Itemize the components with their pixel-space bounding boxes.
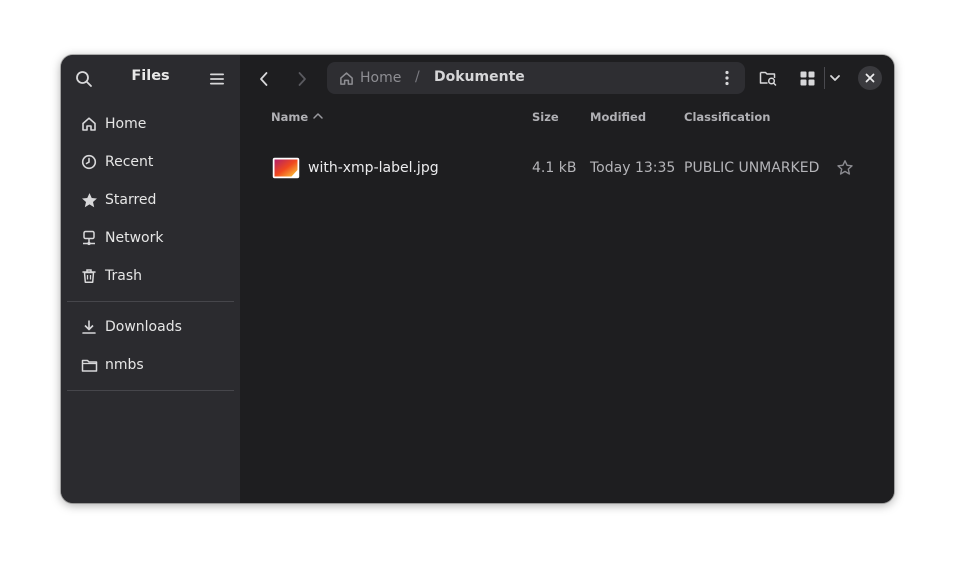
chevron-left-icon	[260, 72, 268, 86]
sidebar-header: Files	[61, 55, 240, 101]
path-home-button[interactable]: Home	[339, 70, 401, 86]
chevron-right-icon	[298, 72, 306, 86]
chevron-down-icon	[830, 75, 840, 81]
search-folder-button[interactable]	[756, 66, 780, 90]
path-menu-button[interactable]	[719, 70, 735, 86]
sidebar-item-downloads[interactable]: Downloads	[67, 308, 234, 346]
trash-icon	[80, 267, 98, 285]
file-modified: Today 13:35	[590, 160, 676, 176]
sidebar-separator	[67, 301, 234, 302]
main-content: Home / Dokumente Name Size Modified Clas…	[240, 55, 894, 503]
vertical-dots-icon	[725, 70, 729, 86]
header-bar: Home / Dokumente	[240, 55, 894, 101]
sidebar-item-label: nmbs	[105, 357, 144, 373]
file-name: with-xmp-label.jpg	[308, 160, 439, 176]
sidebar: Files Home Recent Starred Network Trash …	[61, 55, 240, 503]
home-icon	[340, 71, 353, 85]
path-home-label: Home	[360, 70, 402, 86]
download-icon	[80, 318, 98, 336]
column-header-classification[interactable]: Classification	[684, 110, 770, 124]
grid-icon	[800, 71, 814, 85]
sidebar-item-label: Network	[105, 230, 164, 246]
path-current[interactable]: Dokumente	[434, 69, 525, 85]
star-toggle-icon[interactable]	[836, 159, 854, 177]
search-icon	[76, 71, 92, 87]
network-icon	[80, 229, 98, 247]
main-menu-button[interactable]	[206, 68, 228, 90]
path-separator: /	[415, 69, 420, 85]
hamburger-icon	[210, 73, 224, 85]
sort-ascending-icon	[313, 113, 323, 119]
file-classification: PUBLIC UNMARKED	[684, 160, 820, 176]
sidebar-item-label: Downloads	[105, 319, 182, 335]
star-icon	[80, 191, 98, 209]
file-size: 4.1 kB	[532, 160, 577, 176]
forward-button[interactable]	[290, 67, 314, 91]
sidebar-item-trash[interactable]: Trash	[67, 257, 234, 295]
clock-icon	[80, 153, 98, 171]
sidebar-separator	[67, 390, 234, 391]
column-header-modified[interactable]: Modified	[590, 110, 646, 124]
path-bar[interactable]: Home / Dokumente	[327, 62, 745, 94]
sidebar-item-home[interactable]: Home	[67, 105, 234, 143]
view-options-button[interactable]	[823, 66, 847, 90]
files-window: Files Home Recent Starred Network Trash …	[61, 55, 894, 503]
sidebar-item-starred[interactable]: Starred	[67, 181, 234, 219]
sidebar-item-nmbs[interactable]: nmbs	[67, 346, 234, 384]
sidebar-places: Home Recent Starred Network Trash Downlo…	[67, 105, 234, 397]
view-grid-button[interactable]	[795, 66, 819, 90]
sidebar-item-recent[interactable]: Recent	[67, 143, 234, 181]
home-icon	[80, 115, 98, 133]
search-button[interactable]	[73, 68, 95, 90]
close-button[interactable]	[858, 66, 882, 90]
close-icon	[865, 73, 875, 83]
sidebar-item-network[interactable]: Network	[67, 219, 234, 257]
back-button[interactable]	[252, 67, 276, 91]
column-header-name[interactable]: Name	[271, 110, 308, 124]
table-row[interactable]: with-xmp-label.jpg 4.1 kB Today 13:35 PU…	[264, 151, 864, 185]
sidebar-item-label: Starred	[105, 192, 157, 208]
sidebar-item-label: Home	[105, 116, 147, 132]
folder-icon	[80, 356, 98, 374]
image-thumbnail-icon	[272, 157, 300, 179]
column-header-size[interactable]: Size	[532, 110, 559, 124]
sidebar-item-label: Trash	[105, 268, 142, 284]
folder-search-icon	[759, 71, 777, 86]
sidebar-item-label: Recent	[105, 154, 154, 170]
